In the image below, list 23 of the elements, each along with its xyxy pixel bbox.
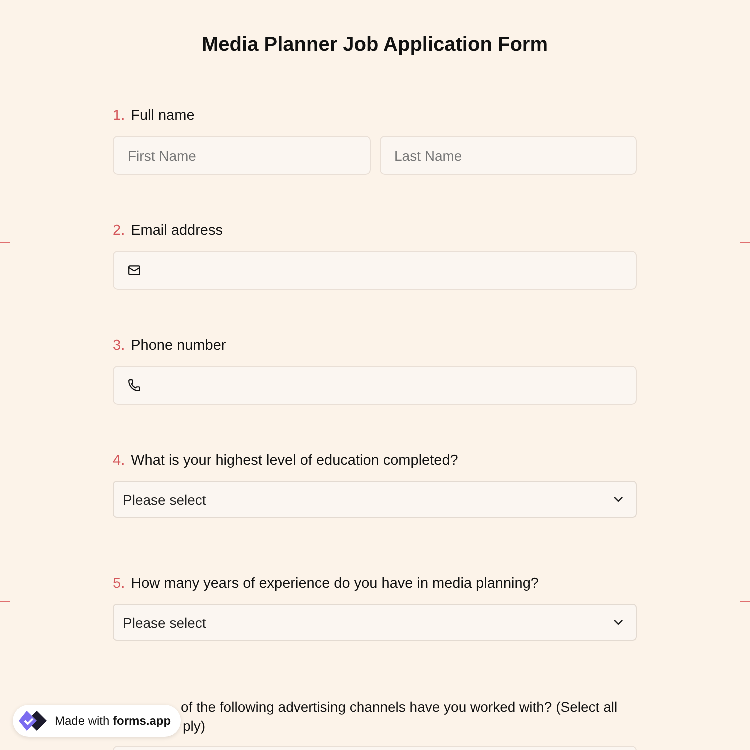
logo-icon — [19, 709, 49, 733]
question-label: What is your highest level of education completed? — [131, 452, 458, 471]
question-label: How many years of experience do you have in media planning? — [131, 575, 539, 594]
text-field[interactable]: First Name — [113, 136, 370, 175]
phone-field[interactable] — [113, 366, 637, 405]
question-number: 4. — [113, 452, 126, 471]
made-with-badge[interactable]: Made with forms.app — [13, 705, 182, 737]
question-number: 3. — [113, 337, 126, 356]
question-label: ply) — [183, 717, 207, 736]
question-number: 1. — [113, 107, 126, 126]
mail-icon — [128, 264, 141, 277]
email-field[interactable] — [113, 251, 637, 290]
question-label: Email address — [131, 222, 223, 241]
question-label: of the following advertising channels have you worked with? (Select all — [181, 698, 619, 717]
form-title: Media Planner Job Application Form — [202, 34, 548, 57]
question-number: 5. — [113, 575, 126, 594]
question-label: Full name — [131, 107, 195, 126]
question-number: 2. — [113, 222, 126, 241]
select-dropdown[interactable]: Please select — [113, 604, 637, 641]
select-dropdown[interactable]: Please select — [113, 481, 637, 518]
phone-icon — [128, 379, 141, 392]
text-field[interactable]: Last Name — [380, 136, 637, 175]
question-label: Phone number — [131, 337, 226, 356]
